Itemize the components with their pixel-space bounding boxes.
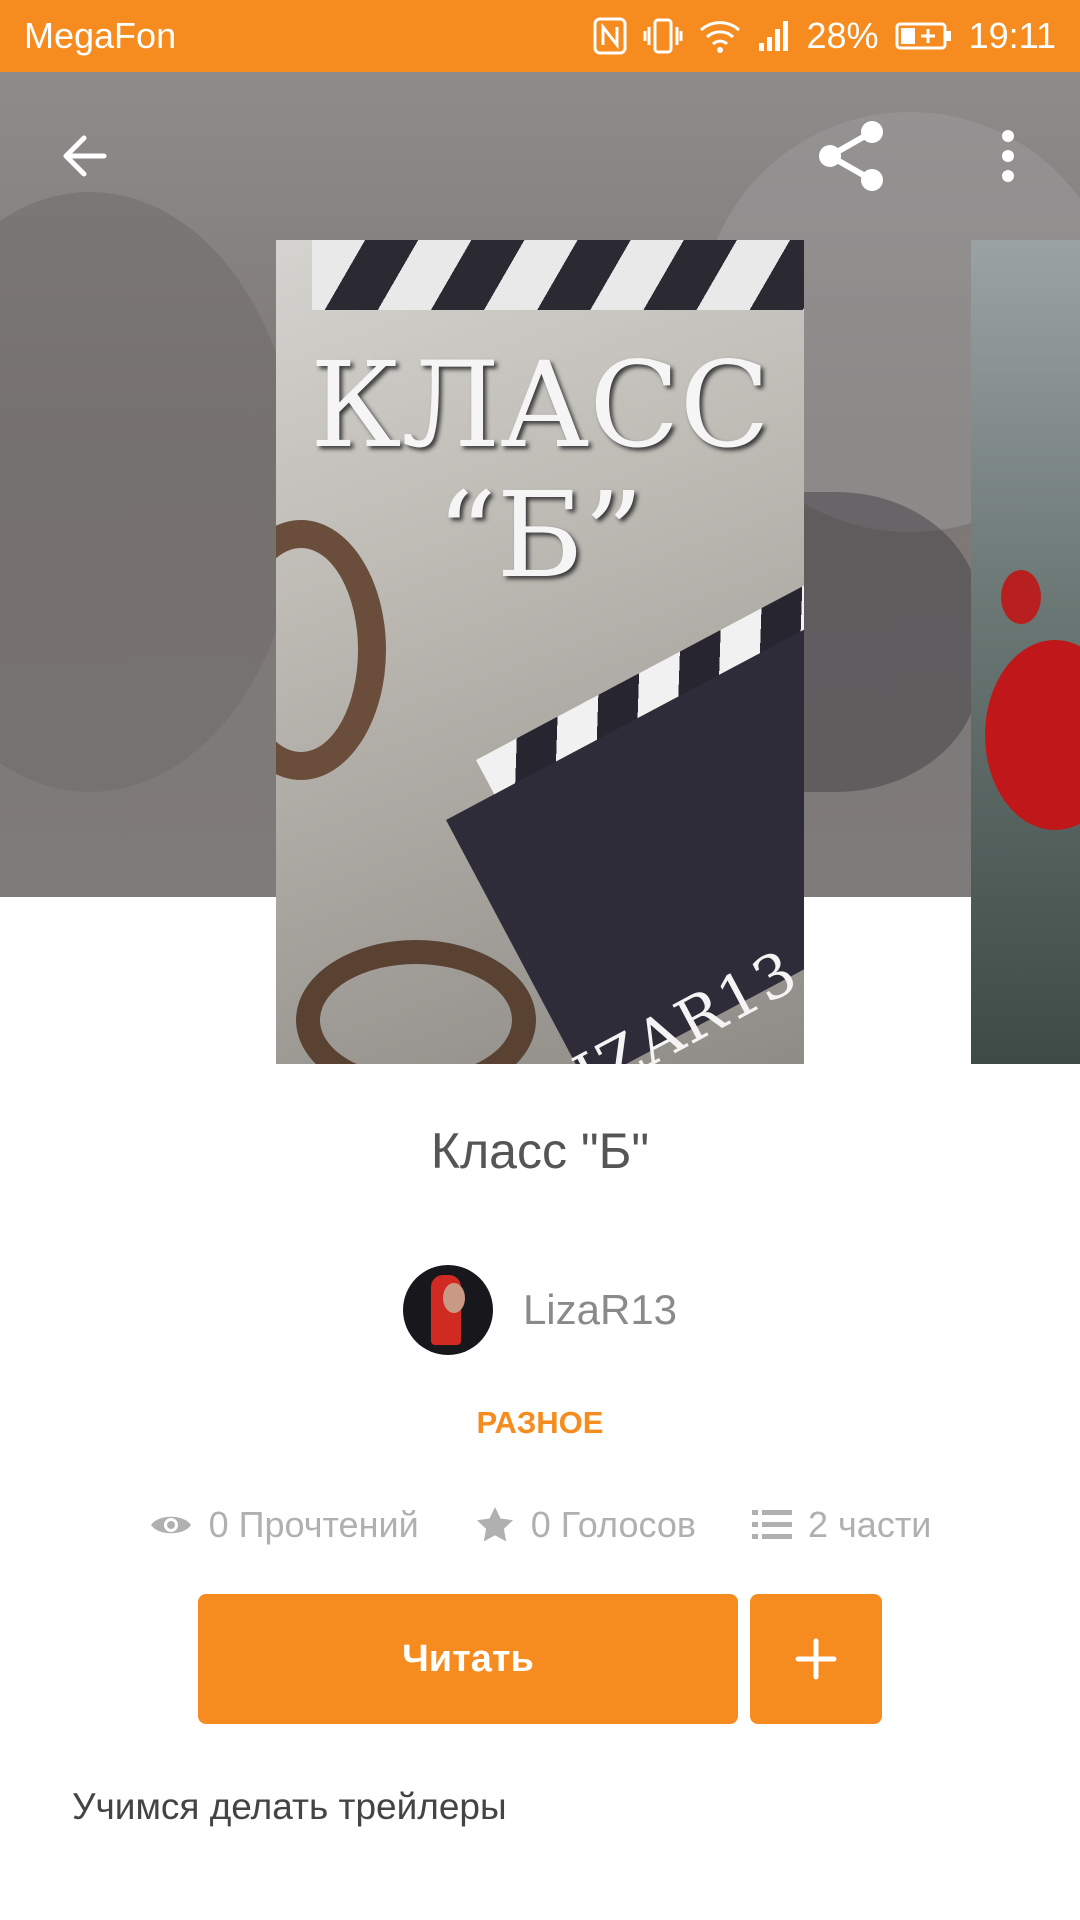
status-icons: 28% 19:11 xyxy=(593,15,1056,57)
back-button[interactable] xyxy=(40,112,128,200)
avatar[interactable] xyxy=(402,1265,493,1355)
wifi-icon xyxy=(699,18,741,54)
author-name[interactable]: LizaR13 xyxy=(523,1286,677,1334)
next-book-cover[interactable] xyxy=(971,240,1080,1064)
add-to-library-button[interactable] xyxy=(750,1594,882,1724)
clock: 19:11 xyxy=(968,15,1056,56)
carrier-label: MegaFon xyxy=(24,15,177,56)
share-icon xyxy=(819,121,883,191)
signal-icon xyxy=(757,19,791,53)
parts-count: 2 части xyxy=(808,1504,932,1545)
star-icon xyxy=(476,1507,513,1542)
category-label[interactable]: РАЗНОЕ xyxy=(0,1405,1080,1441)
status-bar: MegaFon 28% 19:11 xyxy=(0,0,1080,72)
list-icon xyxy=(752,1510,793,1539)
reads-stat: 0 Прочтений xyxy=(149,1504,419,1546)
plus-icon xyxy=(795,1638,837,1680)
more-options-button[interactable] xyxy=(964,112,1052,200)
cover-title: КЛАСС “Б” xyxy=(310,336,770,604)
book-description: Учимся делать трейлеры xyxy=(72,1786,507,1827)
battery-charging-icon xyxy=(895,21,953,51)
read-button-label: Читать xyxy=(402,1637,534,1680)
book-title: Класс "Б" xyxy=(430,1123,650,1179)
share-button[interactable] xyxy=(808,112,896,200)
reads-count: 0 Прочтений xyxy=(208,1504,419,1545)
parts-stat[interactable]: 2 части xyxy=(752,1504,931,1546)
nfc-icon xyxy=(593,17,627,55)
author-row[interactable]: LizaR13 xyxy=(0,1265,1080,1355)
vibrate-icon xyxy=(643,17,683,55)
read-button[interactable]: Читать xyxy=(198,1594,738,1724)
votes-stat: 0 Голосов xyxy=(475,1504,696,1546)
book-cover[interactable]: КЛАСС “Б” LIZAR13 xyxy=(276,240,804,1064)
arrow-left-icon xyxy=(63,135,107,177)
stats-row: 0 Прочтений 0 Голосов 2 части xyxy=(0,1500,1080,1550)
votes-count: 0 Голосов xyxy=(530,1504,697,1545)
battery-percent: 28% xyxy=(806,15,879,56)
eye-icon xyxy=(150,1516,191,1534)
more-vertical-icon xyxy=(1002,130,1014,182)
